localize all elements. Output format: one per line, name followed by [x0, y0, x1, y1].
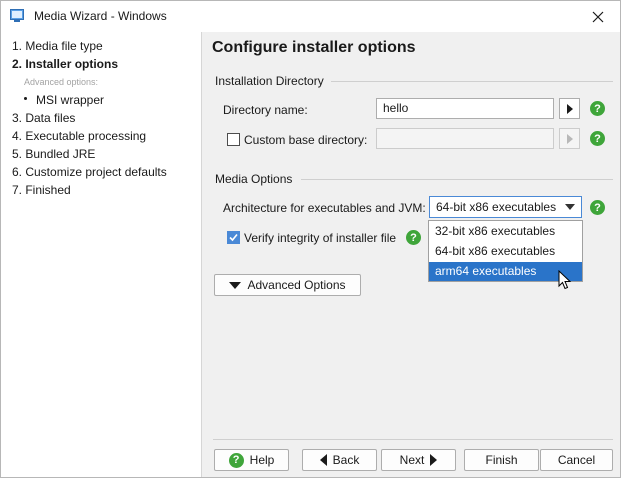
- close-icon: [592, 11, 604, 22]
- advanced-options-heading: Advanced options:: [24, 77, 99, 87]
- custom-base-directory-input[interactable]: [376, 128, 554, 149]
- help-icon[interactable]: ?: [590, 200, 605, 215]
- arrow-right-icon: [566, 133, 573, 144]
- custom-base-directory-label: Custom base directory:: [244, 133, 368, 147]
- step-media-file-type: 1. Media file type: [12, 39, 103, 53]
- step-customize-project-defaults: 6. Customize project defaults: [12, 165, 167, 179]
- title-bar: Media Wizard - Windows: [1, 1, 620, 32]
- verify-integrity-label: Verify integrity of installer file: [244, 231, 397, 245]
- arrow-right-icon: [566, 103, 573, 114]
- cancel-button-label: Cancel: [557, 453, 596, 467]
- bullet-icon: [24, 97, 27, 101]
- next-button-label: Next: [399, 453, 425, 467]
- back-button-label: Back: [332, 453, 360, 467]
- installation-directory-heading: Installation Directory: [215, 74, 324, 88]
- triangle-down-icon: [229, 281, 242, 289]
- finish-button-label: Finish: [485, 453, 518, 467]
- close-button[interactable]: [576, 1, 620, 32]
- window-title: Media Wizard - Windows: [34, 9, 167, 23]
- section-divider: [301, 179, 613, 180]
- architecture-dropdown[interactable]: 64-bit x86 executables: [429, 196, 582, 218]
- step-installer-options: 2. Installer options: [12, 57, 119, 71]
- back-button[interactable]: Back: [302, 449, 377, 471]
- directory-name-insert-button[interactable]: [559, 98, 580, 119]
- wizard-window: Media Wizard - Windows 1. Media file typ…: [0, 0, 621, 478]
- checkmark-icon: [229, 233, 238, 242]
- next-button[interactable]: Next: [381, 449, 456, 471]
- directory-name-label: Directory name:: [223, 103, 308, 117]
- help-button[interactable]: ? Help: [214, 449, 289, 471]
- directory-name-input[interactable]: hello: [376, 98, 554, 119]
- footer-divider: [213, 439, 613, 440]
- help-button-label: Help: [249, 453, 275, 467]
- step-msi-wrapper-label: MSI wrapper: [36, 93, 105, 107]
- custom-base-insert-button[interactable]: [559, 128, 580, 149]
- step-executable-processing: 4. Executable processing: [12, 129, 147, 143]
- step-bundled-jre: 5. Bundled JRE: [12, 147, 96, 161]
- mouse-pointer-icon: [558, 270, 572, 290]
- page-title: Configure installer options: [212, 39, 416, 56]
- help-icon[interactable]: ?: [590, 131, 605, 146]
- app-icon: [10, 9, 24, 22]
- architecture-option-64bit[interactable]: 64-bit x86 executables: [429, 242, 582, 261]
- architecture-label: Architecture for executables and JVM:: [223, 201, 426, 215]
- step-finished: 7. Finished: [12, 183, 71, 197]
- help-icon[interactable]: ?: [406, 230, 421, 245]
- verify-integrity-checkbox[interactable]: [227, 231, 240, 244]
- triangle-left-icon: [319, 454, 327, 466]
- section-divider: [331, 81, 613, 82]
- step-msi-wrapper: MSI wrapper: [24, 93, 104, 107]
- step-data-files: 3. Data files: [12, 111, 76, 125]
- steps-sidebar: 1. Media file type 2. Installer options …: [1, 32, 202, 477]
- help-icon: ?: [228, 452, 244, 468]
- architecture-selected-value: 64-bit x86 executables: [436, 200, 557, 214]
- chevron-down-icon: [565, 204, 575, 210]
- advanced-options-button[interactable]: Advanced Options: [214, 274, 361, 296]
- advanced-options-label: Advanced Options: [247, 278, 346, 292]
- cancel-button[interactable]: Cancel: [540, 449, 613, 471]
- help-icon[interactable]: ?: [590, 101, 605, 116]
- finish-button[interactable]: Finish: [464, 449, 539, 471]
- triangle-right-icon: [430, 454, 438, 466]
- media-options-heading: Media Options: [215, 172, 293, 186]
- architecture-option-32bit[interactable]: 32-bit x86 executables: [429, 222, 582, 241]
- custom-base-directory-checkbox[interactable]: [227, 133, 240, 146]
